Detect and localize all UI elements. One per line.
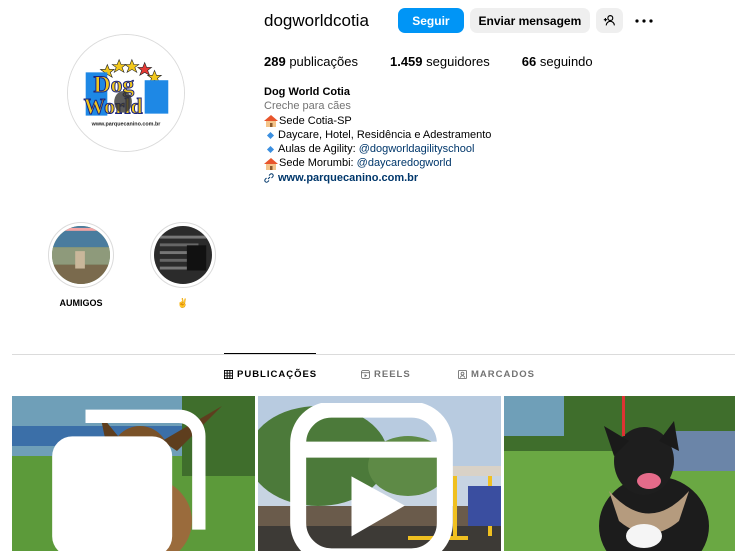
highlight-cover-ring — [48, 222, 114, 288]
follow-button[interactable]: Seguir — [397, 8, 464, 33]
svg-text:World: World — [84, 95, 143, 119]
post-thumbnail[interactable] — [12, 396, 255, 551]
grid-icon — [224, 370, 233, 379]
morumbi-mention-link[interactable]: @daycaredogworld — [357, 156, 452, 170]
profile-stats: 289 publicações 1.459 seguidores 66 segu… — [264, 54, 625, 69]
more-options-icon — [635, 18, 653, 23]
highlight-label: AUMIGOS — [59, 298, 103, 308]
username: dogworldcotia — [264, 10, 369, 30]
highlight-cover-ring — [150, 222, 216, 288]
tab-marcados[interactable]: MARCADOS — [458, 369, 535, 380]
more-options-button[interactable] — [633, 11, 655, 31]
link-icon — [264, 173, 274, 183]
reel-icon — [290, 403, 453, 551]
black-dog-photo — [504, 396, 735, 551]
add-user-icon — [603, 15, 615, 26]
dog-world-logo: Dog World www.parquecanino.com.br — [68, 35, 184, 151]
logo-url-text: www.parquecanino.com.br — [91, 121, 162, 127]
bio-line-4: Sede Morumbi: @daycaredogworld — [264, 156, 491, 170]
bio-line-1: Sede Cotia-SP — [264, 114, 491, 128]
highlight-aumigos[interactable]: AUMIGOS — [46, 222, 116, 308]
profile-avatar[interactable]: Dog World www.parquecanino.com.br — [67, 34, 185, 152]
diamond-icon — [266, 131, 275, 139]
send-message-button[interactable]: Enviar mensagem — [469, 8, 590, 33]
profile-header: dogworldcotia Seguir Enviar mensagem — [264, 8, 655, 33]
agility-mention-link[interactable]: @dogworldagilityschool — [359, 142, 475, 156]
followers-stat[interactable]: 1.459 seguidores — [390, 54, 490, 69]
highlight-cover — [154, 226, 212, 284]
tab-publicacoes[interactable]: PUBLICAÇÕES — [224, 369, 317, 380]
post-thumbnail[interactable] — [504, 396, 735, 551]
highlight-peace[interactable]: ✌ — [148, 222, 218, 309]
diamond-icon — [266, 145, 275, 153]
tagged-icon — [458, 370, 467, 379]
following-stat[interactable]: 66 seguindo — [522, 54, 593, 69]
carousel-icon — [52, 409, 206, 551]
bio-line-3: Aulas de Agility: @dogworldagilityschool — [264, 142, 491, 156]
profile-full-name: Dog World Cotia — [264, 86, 350, 98]
highlight-cover — [52, 226, 110, 284]
bio-website-line: www.parquecanino.com.br — [264, 171, 491, 185]
highlight-label: ✌ — [177, 298, 189, 308]
profile-bio: Dog World Cotia Creche para cães Sede Co… — [264, 85, 491, 185]
tab-reels[interactable]: REELS — [361, 369, 411, 380]
website-link[interactable]: www.parquecanino.com.br — [278, 171, 418, 185]
house-icon — [264, 114, 278, 127]
post-thumbnail[interactable] — [258, 396, 501, 551]
profile-category: Creche para cães — [264, 100, 351, 113]
active-tab-indicator — [224, 353, 316, 354]
bio-line-2: Daycare, Hotel, Residência e Adestrament… — [264, 128, 491, 142]
house-icon — [264, 157, 278, 170]
reels-icon — [361, 370, 370, 379]
profile-tabs: PUBLICAÇÕES REELS MARCADOS — [0, 369, 735, 381]
tabs-divider — [12, 354, 735, 355]
suggest-users-button[interactable] — [595, 8, 623, 33]
posts-stat: 289 publicações — [264, 54, 358, 69]
